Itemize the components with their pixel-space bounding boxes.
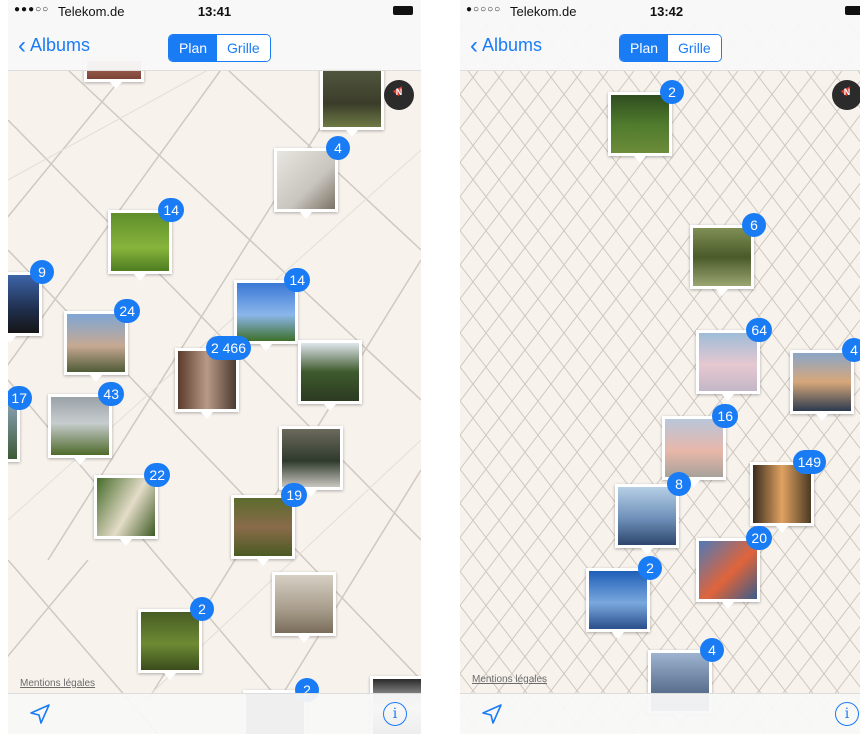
status-bar: ●○○○○ Telekom.de 13:42 xyxy=(460,0,860,22)
photo-count-badge: 2 xyxy=(190,597,214,621)
photo-count-badge: 20 xyxy=(746,526,772,550)
legal-notice-link[interactable]: Mentions légales xyxy=(20,678,95,689)
photo-cluster-pin[interactable]: 20 xyxy=(696,526,772,609)
photo-cluster-pin[interactable] xyxy=(298,340,362,411)
photo-count-badge: 4 xyxy=(326,136,350,160)
segment-grille[interactable]: Grille xyxy=(217,35,270,61)
photo-count-badge: 9 xyxy=(30,260,54,284)
compass-icon[interactable]: N xyxy=(384,80,414,110)
photo-count-badge: 2 xyxy=(638,556,662,580)
photo-count-badge: 14 xyxy=(284,268,310,292)
location-arrow-icon[interactable] xyxy=(28,702,52,726)
photo-cluster-pin[interactable] xyxy=(279,426,343,497)
photo-cluster-pin[interactable]: 8 xyxy=(615,472,691,555)
photo-cluster-pin[interactable]: 2 xyxy=(608,80,684,163)
albums-back-button[interactable]: ‹ Albums xyxy=(18,32,90,60)
legal-notice-link[interactable]: Mentions légales xyxy=(472,674,547,685)
map-screen-right: 2 6 64 4 16 149 8 20 2 4 N ●○○○○ Telekom… xyxy=(460,0,860,734)
photo-count-badge: 4 xyxy=(700,638,724,662)
photo-cluster-pin[interactable]: 17 xyxy=(8,386,32,462)
clock-time: 13:42 xyxy=(649,4,684,19)
photo-count-badge: 2 xyxy=(660,80,684,104)
photo-count-badge: 24 xyxy=(114,299,140,323)
photo-cluster-pin[interactable]: 4 xyxy=(790,338,860,421)
segment-plan[interactable]: Plan xyxy=(620,35,669,61)
navigation-bar: ‹ Albums Plan Grille xyxy=(460,22,860,71)
navigation-bar: ‹ Albums Plan Grille xyxy=(8,22,421,71)
photo-count-badge: 19 xyxy=(281,483,307,507)
photo-count-badge: 16 xyxy=(712,404,738,428)
photo-cluster-pin[interactable]: 2 xyxy=(586,556,662,639)
photo-count-badge: 8 xyxy=(667,472,691,496)
battery-icon xyxy=(393,6,413,15)
view-segmented-control: Plan Grille xyxy=(619,34,722,62)
photo-cluster-pin[interactable]: 19 xyxy=(231,483,307,566)
clock-time: 13:41 xyxy=(197,4,232,19)
photo-count-badge: 2 466 xyxy=(205,336,251,360)
segment-plan[interactable]: Plan xyxy=(169,35,218,61)
back-label: Albums xyxy=(482,35,543,55)
view-segmented-control: Plan Grille xyxy=(168,34,271,62)
photo-cluster-pin[interactable]: 43 xyxy=(48,382,124,465)
photo-count-badge: 64 xyxy=(746,318,772,342)
photo-cluster-pin[interactable]: 4 xyxy=(274,136,350,219)
bottom-toolbar: i xyxy=(460,693,860,734)
map-screen-left: 4 14 9 14 24 2 466 17 43 22 19 2 2 N ●●●… xyxy=(8,0,421,734)
photo-cluster-pin[interactable]: 9 xyxy=(8,260,54,343)
info-icon[interactable]: i xyxy=(835,702,859,726)
photo-cluster-pin[interactable]: 64 xyxy=(696,318,772,401)
chevron-left-icon: ‹ xyxy=(18,32,26,59)
battery-icon xyxy=(845,6,860,15)
segment-grille[interactable]: Grille xyxy=(668,35,721,61)
photo-count-badge: 43 xyxy=(98,382,124,406)
photo-count-badge: 17 xyxy=(8,386,32,410)
photo-cluster-pin[interactable] xyxy=(272,572,336,643)
photo-count-badge: 22 xyxy=(144,463,170,487)
photo-count-badge: 4 xyxy=(842,338,860,362)
photo-cluster-pin[interactable]: 149 xyxy=(750,450,826,533)
photo-count-badge: 6 xyxy=(742,213,766,237)
photo-cluster-pin[interactable]: 24 xyxy=(64,299,140,382)
photo-count-badge: 149 xyxy=(792,450,826,474)
photo-cluster-pin[interactable]: 14 xyxy=(234,268,310,351)
photo-cluster-pin[interactable] xyxy=(320,66,384,137)
status-bar: ●●●○○ Telekom.de 13:41 xyxy=(8,0,421,22)
albums-back-button[interactable]: ‹ Albums xyxy=(470,32,542,60)
chevron-left-icon: ‹ xyxy=(470,32,478,59)
info-icon[interactable]: i xyxy=(383,702,407,726)
photo-cluster-pin[interactable]: 6 xyxy=(690,213,766,296)
photo-cluster-pin[interactable]: 16 xyxy=(662,404,738,487)
back-label: Albums xyxy=(30,35,91,55)
bottom-toolbar: i xyxy=(8,693,421,734)
photo-cluster-pin[interactable]: 22 xyxy=(94,463,170,546)
location-arrow-icon[interactable] xyxy=(480,702,504,726)
compass-icon[interactable]: N xyxy=(832,80,860,110)
photo-cluster-pin[interactable]: 2 xyxy=(138,597,214,680)
photo-cluster-pin[interactable]: 2 466 xyxy=(175,336,251,419)
photo-cluster-pin[interactable]: 14 xyxy=(108,198,184,281)
photo-count-badge: 14 xyxy=(158,198,184,222)
